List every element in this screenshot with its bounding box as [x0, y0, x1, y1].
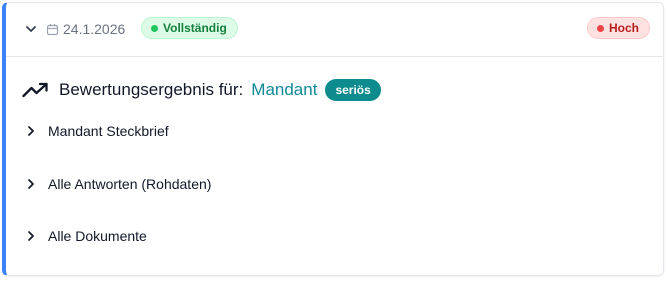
- date-group: 24.1.2026: [46, 19, 125, 39]
- priority-badge-label: Hoch: [609, 21, 639, 35]
- priority-badge: Hoch: [587, 17, 650, 39]
- chevron-right-icon: [28, 179, 34, 189]
- section-label: Alle Dokumente: [48, 228, 147, 244]
- status-badge: Vollständig: [141, 17, 238, 39]
- status-badge-label: Vollständig: [163, 21, 227, 35]
- mandant-link[interactable]: Mandant: [251, 80, 317, 100]
- trending-up-icon: [22, 82, 48, 98]
- section-mandant-steckbrief[interactable]: Mandant Steckbrief: [25, 120, 169, 142]
- section-label: Mandant Steckbrief: [48, 123, 169, 139]
- section-alle-dokumente[interactable]: Alle Dokumente: [25, 225, 147, 247]
- priority-dot: [597, 24, 604, 32]
- card-header[interactable]: 24.1.2026 Vollständig Hoch: [6, 3, 663, 57]
- chevron-down-icon[interactable]: [24, 22, 38, 36]
- evaluation-card: 24.1.2026 Vollständig Hoch Bewertungserg…: [2, 2, 664, 276]
- rating-badge: seriös: [325, 79, 381, 101]
- chevron-right-icon: [28, 126, 34, 136]
- result-row: Bewertungsergebnis für: Mandant seriös: [22, 78, 381, 102]
- result-label: Bewertungsergebnis für:: [59, 80, 244, 99]
- calendar-icon: [46, 23, 59, 35]
- section-alle-antworten[interactable]: Alle Antworten (Rohdaten): [25, 173, 211, 195]
- status-dot: [151, 24, 158, 32]
- section-label: Alle Antworten (Rohdaten): [48, 176, 212, 192]
- evaluation-date: 24.1.2026: [63, 21, 126, 37]
- chevron-right-icon: [28, 231, 34, 241]
